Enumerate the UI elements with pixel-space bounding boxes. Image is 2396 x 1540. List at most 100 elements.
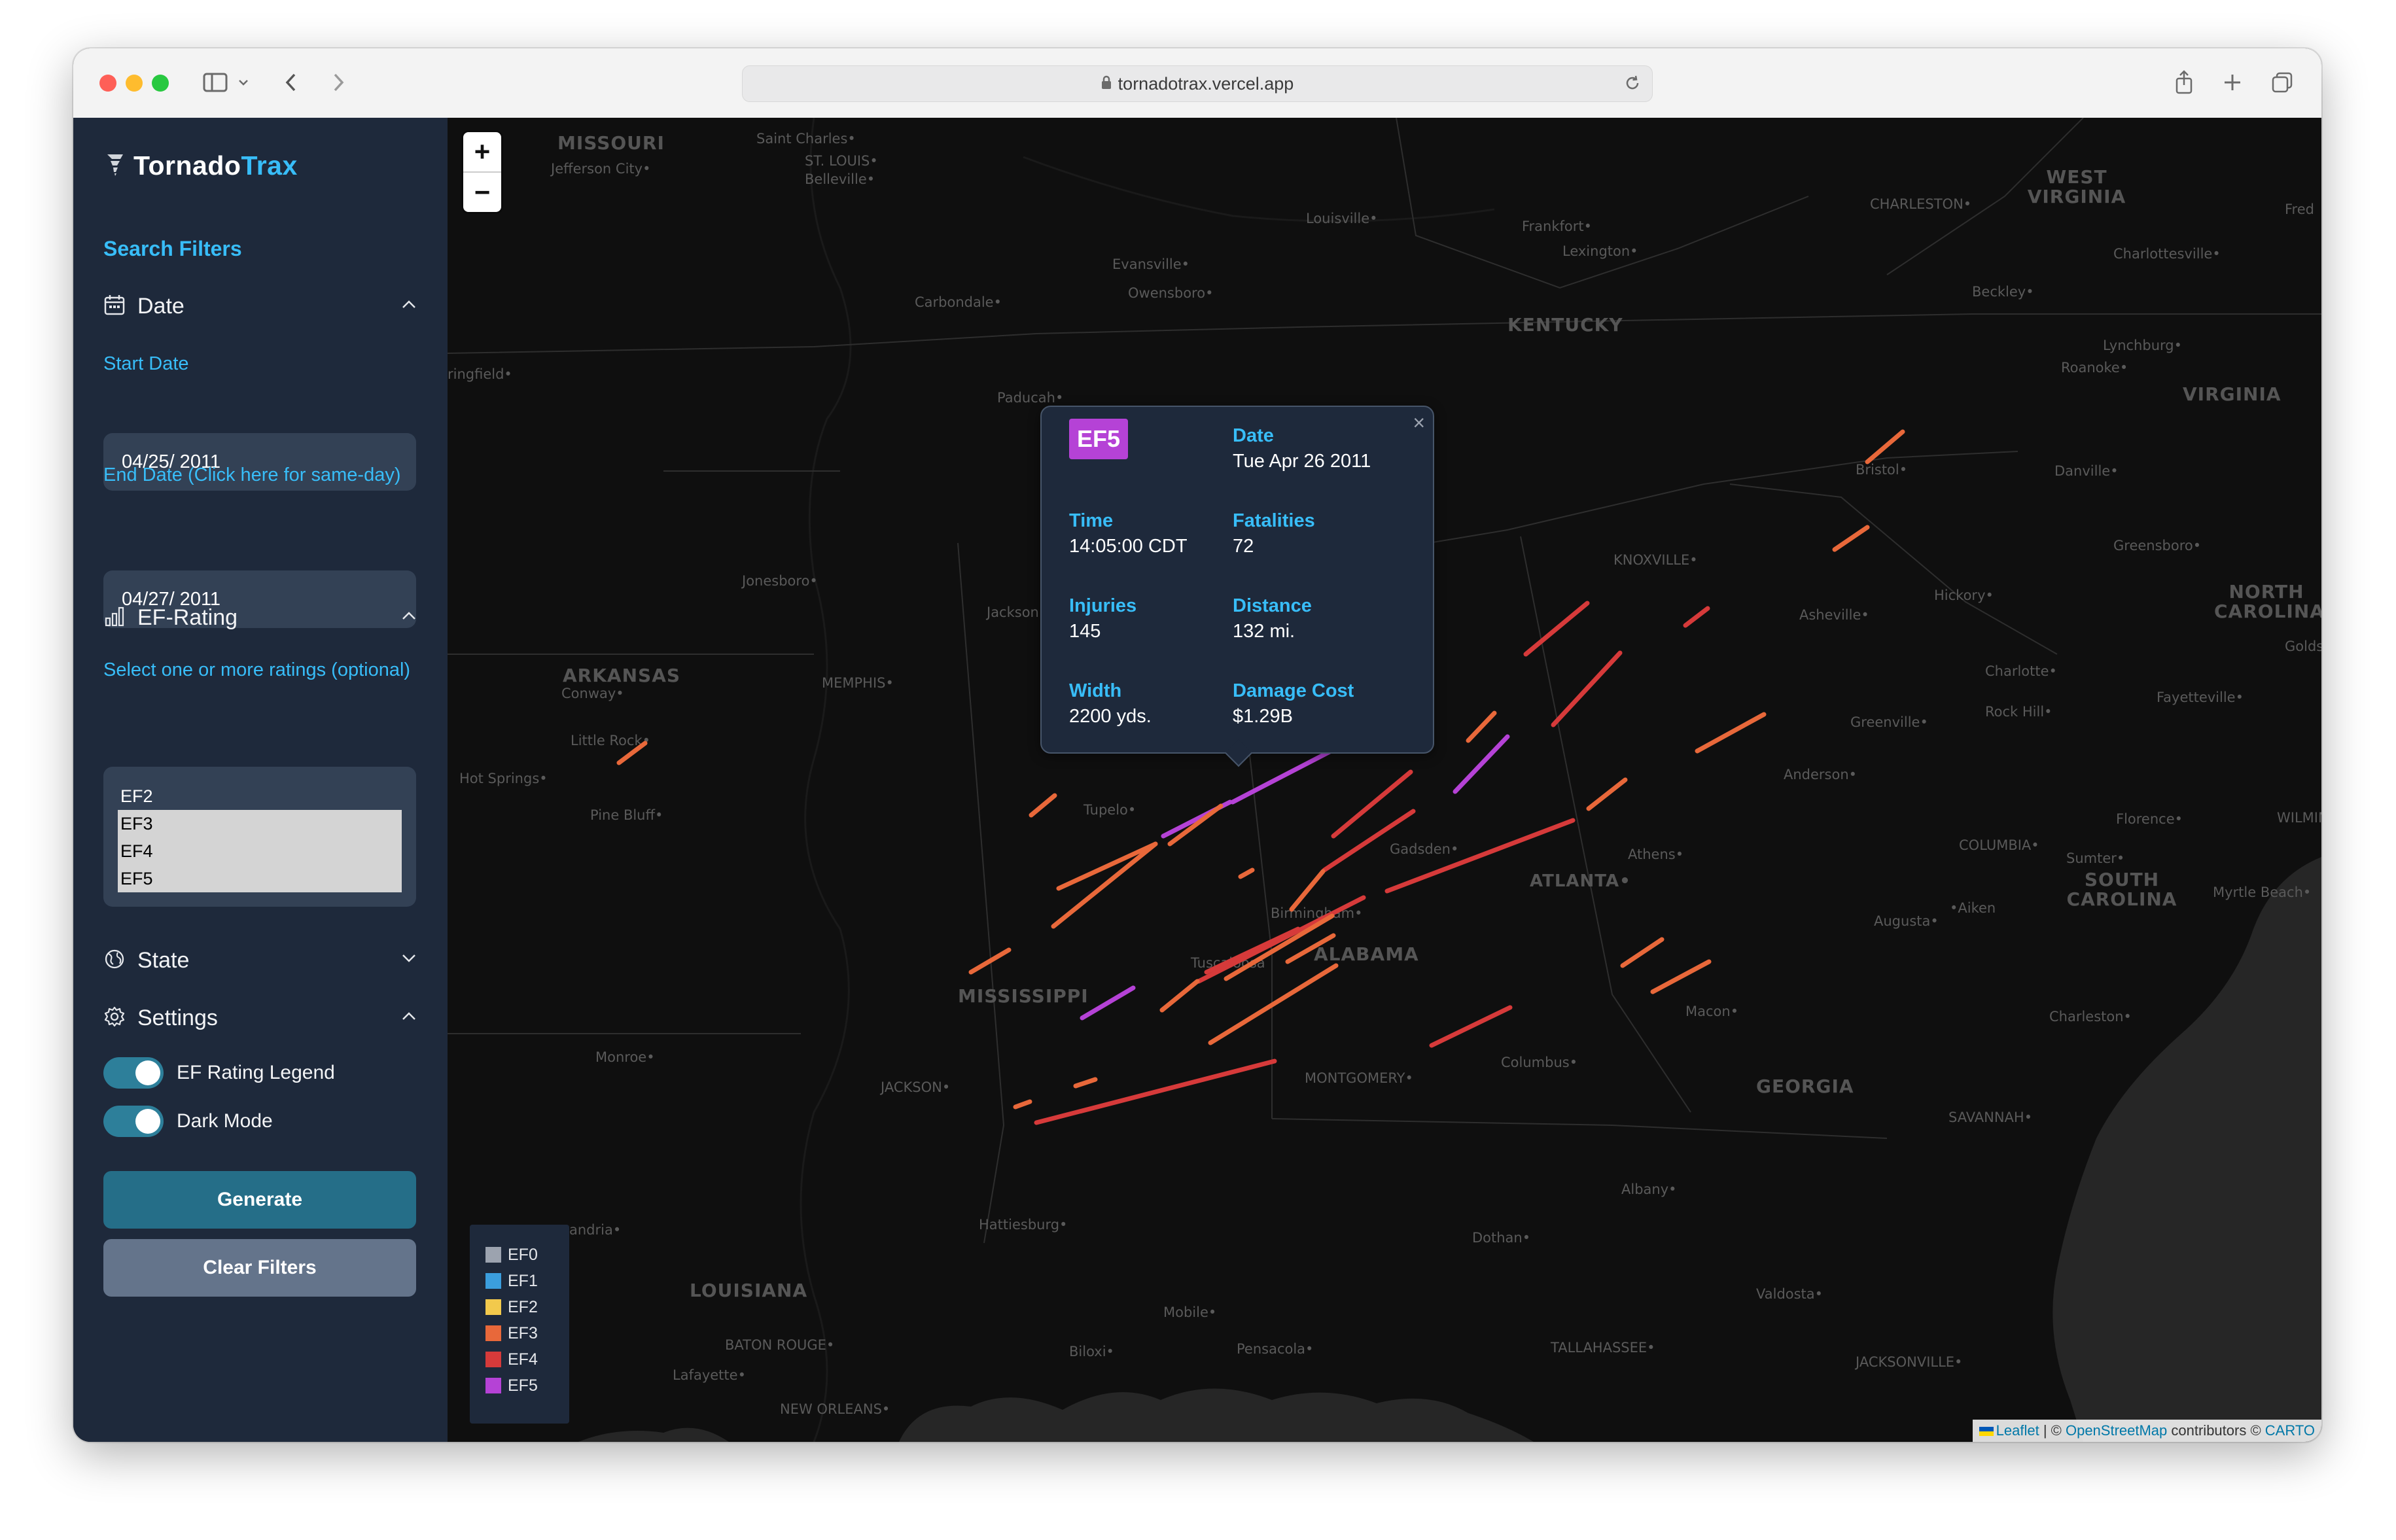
popup-fatalities-value: 72 bbox=[1233, 536, 1254, 557]
clear-filters-button[interactable]: Clear Filters bbox=[103, 1239, 416, 1297]
map-basemap bbox=[448, 118, 2321, 1442]
map-label: ALABAMA bbox=[1314, 943, 1419, 965]
minimize-window-button[interactable] bbox=[126, 75, 143, 92]
popup-damage-label: Damage Cost bbox=[1233, 680, 1354, 701]
new-tab-icon[interactable] bbox=[2219, 65, 2246, 99]
share-icon[interactable] bbox=[2171, 65, 2197, 99]
map-label: Pensacola• bbox=[1237, 1341, 1314, 1357]
osm-link[interactable]: OpenStreetMap bbox=[2066, 1422, 2167, 1439]
reload-icon[interactable] bbox=[1623, 74, 1642, 97]
map-label: Myrtle Beach• bbox=[2213, 884, 2312, 900]
map-label: Dothan• bbox=[1472, 1230, 1531, 1246]
generate-button[interactable]: Generate bbox=[103, 1171, 416, 1229]
ef-option-ef5[interactable]: EF5 bbox=[118, 865, 402, 892]
ef-option-ef4[interactable]: EF4 bbox=[118, 837, 402, 865]
app-name: TornadoTrax bbox=[133, 150, 298, 181]
chevron-down-icon[interactable] bbox=[237, 65, 250, 99]
map-label: Hattiesburg• bbox=[979, 1217, 1068, 1233]
legend-swatch bbox=[485, 1378, 501, 1393]
back-icon[interactable] bbox=[281, 65, 301, 99]
chevron-up-icon bbox=[400, 1010, 417, 1025]
map-label: Biloxi• bbox=[1069, 1344, 1114, 1359]
map-label: SOUTH CAROLINA bbox=[2066, 869, 2177, 910]
legend-swatch bbox=[485, 1273, 501, 1289]
ef-rating-multiselect[interactable]: EF2 EF3 EF4 EF5 bbox=[103, 767, 416, 907]
map-label: Lexington• bbox=[1562, 243, 1638, 259]
close-popup-button[interactable]: × bbox=[1413, 411, 1425, 435]
date-accordion-header[interactable]: Date bbox=[103, 292, 417, 321]
ef-option-ef2[interactable]: EF2 bbox=[118, 782, 402, 810]
map-label: SAVANNAH• bbox=[1948, 1110, 2033, 1125]
map-label: Roanoke• bbox=[2061, 360, 2128, 376]
dark-mode-toggle[interactable] bbox=[103, 1106, 164, 1137]
ef-legend-toggle[interactable] bbox=[103, 1057, 164, 1089]
map-label: Carbondale• bbox=[915, 294, 1002, 310]
popup-fatalities-label: Fatalities bbox=[1233, 510, 1315, 531]
legend-swatch bbox=[485, 1299, 501, 1315]
map-label: Charlotte• bbox=[1985, 663, 2057, 679]
map-label: Hot Springs• bbox=[459, 771, 548, 786]
tornado-info-popup: × EF5 Date Tue Apr 26 2011 Time 14:05:00… bbox=[1040, 406, 1434, 767]
popup-injuries-label: Injuries bbox=[1069, 595, 1137, 616]
legend-item-ef5: EF5 bbox=[470, 1373, 569, 1399]
popup-date-value: Tue Apr 26 2011 bbox=[1233, 451, 1371, 472]
popup-fatalities-field: Fatalities 72 bbox=[1233, 510, 1315, 557]
map-label: Greenville• bbox=[1850, 714, 1928, 730]
popup-distance-value: 132 mi. bbox=[1233, 621, 1295, 642]
zoom-in-button[interactable]: + bbox=[463, 132, 501, 173]
forward-icon[interactable] bbox=[328, 65, 348, 99]
state-accordion-header[interactable]: State bbox=[103, 946, 417, 975]
browser-window: tornadotrax.vercel.app TornadoTrax Searc… bbox=[73, 48, 2321, 1442]
end-date-label[interactable]: End Date (Click here for same-day) bbox=[103, 462, 411, 488]
app-logo[interactable]: TornadoTrax bbox=[106, 150, 298, 181]
popup-damage-value: $1.29B bbox=[1233, 706, 1293, 727]
map-label: WEST VIRGINIA bbox=[2027, 166, 2126, 207]
maximize-window-button[interactable] bbox=[152, 75, 169, 92]
map-label: Louisville• bbox=[1306, 211, 1378, 226]
map-label: VIRGINIA bbox=[2183, 383, 2281, 405]
map-label: Greensboro• bbox=[2113, 538, 2202, 553]
map-label: GEORGIA bbox=[1756, 1076, 1854, 1097]
ef-option-ef3[interactable]: EF3 bbox=[118, 810, 402, 837]
map-label: Pine Bluff• bbox=[590, 807, 663, 823]
map-label: Hickory• bbox=[1934, 587, 1994, 603]
map-label: Conway• bbox=[561, 686, 624, 701]
ef-legend-toggle-label: EF Rating Legend bbox=[177, 1062, 335, 1083]
map-label: Jonesboro• bbox=[742, 573, 818, 589]
close-window-button[interactable] bbox=[99, 75, 116, 92]
zoom-out-button[interactable]: − bbox=[463, 173, 501, 212]
map-label: Gadsden• bbox=[1390, 841, 1459, 857]
leaflet-link[interactable]: Leaflet bbox=[1996, 1422, 2039, 1439]
map-label: WILMINGTO bbox=[2277, 810, 2321, 826]
popup-time-label: Time bbox=[1069, 510, 1114, 531]
map-label: Fayetteville• bbox=[2157, 690, 2244, 705]
popup-width-label: Width bbox=[1069, 680, 1122, 701]
sidebar-toggle-icon[interactable] bbox=[202, 65, 230, 99]
map-label: Owensboro• bbox=[1128, 285, 1214, 301]
map-label: Charleston• bbox=[2049, 1009, 2132, 1024]
map-view[interactable]: MISSOURI Jefferson City• Saint Charles• … bbox=[448, 118, 2321, 1442]
ef-rating-accordion-header[interactable]: EF-Rating bbox=[103, 603, 417, 632]
map-label: CHARLESTON• bbox=[1870, 196, 1972, 212]
carto-link[interactable]: CARTO bbox=[2265, 1422, 2315, 1439]
tab-overview-icon[interactable] bbox=[2269, 65, 2295, 99]
map-label: ST. LOUIS• bbox=[805, 153, 878, 169]
calendar-icon bbox=[103, 294, 126, 319]
map-label: Tuscaloosa bbox=[1191, 955, 1265, 971]
popup-distance-field: Distance 132 mi. bbox=[1233, 595, 1312, 642]
map-label: ringfield• bbox=[448, 366, 512, 382]
address-bar[interactable]: tornadotrax.vercel.app bbox=[742, 65, 1653, 102]
ukraine-flag-icon bbox=[1979, 1427, 1994, 1437]
legend-item-ef0: EF0 bbox=[470, 1242, 569, 1268]
map-label: Evansville• bbox=[1112, 256, 1190, 272]
popup-width-value: 2200 yds. bbox=[1069, 706, 1152, 727]
map-attribution: Leaflet | © OpenStreetMap contributors ©… bbox=[1972, 1420, 2321, 1442]
map-label: ATLANTA• bbox=[1530, 871, 1631, 891]
settings-accordion-header[interactable]: Settings bbox=[103, 1004, 417, 1032]
map-label: Florence• bbox=[2116, 811, 2183, 827]
gear-icon bbox=[103, 1006, 126, 1031]
map-label: Lafayette• bbox=[673, 1367, 746, 1383]
map-label: Fred bbox=[2285, 201, 2314, 217]
map-label: andria• bbox=[569, 1222, 622, 1238]
legend-item-ef1: EF1 bbox=[470, 1268, 569, 1294]
